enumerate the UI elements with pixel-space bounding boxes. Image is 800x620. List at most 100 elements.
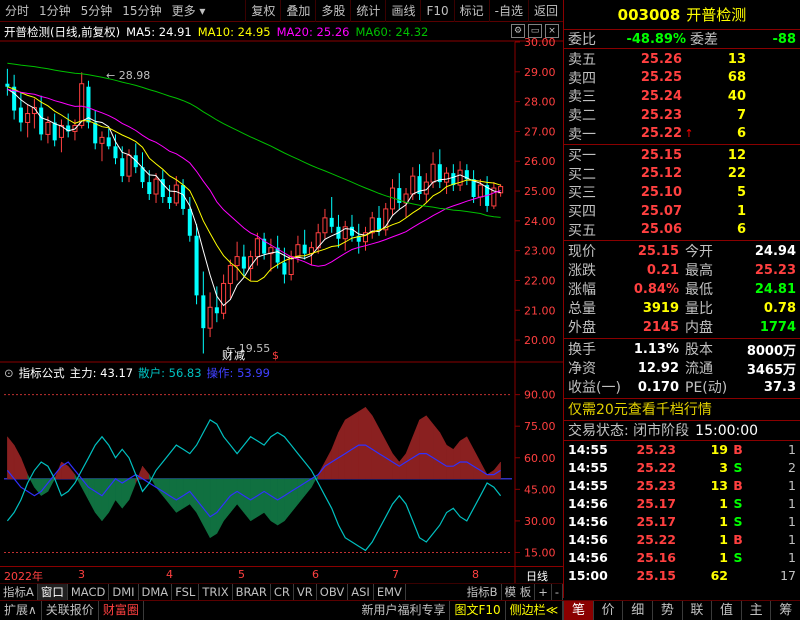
quote-label: 量比 [685,301,713,318]
bid-row[interactable]: 买二 25.12 22 [564,165,800,184]
restore-icon[interactable]: ▭ [528,24,542,38]
candle-body [147,182,152,195]
weicha-label: 委差 [690,32,718,48]
indicator-tab[interactable]: 窗口 [37,583,68,601]
candle-body [39,107,44,135]
detail-tab[interactable]: 势 [652,601,682,620]
candle [194,223,199,305]
collapse-icon[interactable]: ⊙ [4,366,14,380]
detail-tab[interactable]: 细 [622,601,652,620]
bid-row[interactable]: 买一 25.15 12 [564,146,800,165]
expand-button[interactable]: 扩展∧ [0,601,42,620]
quote-value: 0.78 [763,300,796,316]
indicator-area-segment [67,465,76,480]
indicator-title[interactable]: 指标公式 [19,365,65,381]
bid-row[interactable]: 买三 25.10 5 [564,183,800,202]
indicator-tab[interactable]: 指标B [464,583,502,601]
indicator-tab[interactable]: MACD [68,583,110,601]
sidebar-toggle-button[interactable]: 侧边栏≪ [506,601,564,620]
candle-body [227,265,233,284]
candle-body [302,244,307,254]
bid-label: 买二 [568,166,596,183]
quote-label: PE(动) [685,380,728,397]
candle-body [430,163,436,183]
indicator-tab[interactable]: CR [271,583,294,601]
bid-row[interactable]: 买五 25.06 6 [564,220,800,239]
ask-price: 25.22 [640,126,682,142]
price-tick-label: 25.00 [524,185,556,198]
tick-direction: S [733,514,743,530]
indicator-tab[interactable]: BRAR [233,583,271,601]
indicator-tab[interactable]: DMA [139,583,173,601]
indicator-area-segment [365,406,373,480]
indicator-tab[interactable]: 指标A [0,583,38,601]
tick-count: 17 [780,568,796,584]
ask-row[interactable]: 卖一 25.22 ↑ 6 [564,124,800,143]
quote-summary: 现价 25.15 今开 24.94 涨跌 0.21 最高 25.23 涨幅 0.84% 最低 24.8… [564,241,800,339]
indicator-area-segment [290,478,299,514]
indicator-tick-label: 30.00 [524,515,556,528]
detail-tab[interactable]: 筹 [770,601,800,620]
detail-tab[interactable]: 笔 [563,601,593,620]
indicator-tab[interactable]: ASI [348,583,374,601]
period-label[interactable]: 日线 [526,568,548,584]
detail-tab[interactable]: 值 [711,601,741,620]
webi-label: 委比 [568,32,596,48]
indicator-tab[interactable]: TRIX [199,583,233,601]
candles [5,68,504,354]
tick-price: 25.16 [636,550,676,566]
level2-promo-link[interactable]: 仅需20元查看千档行情 [564,399,800,421]
indicator-tab[interactable]: VR [294,583,317,601]
indicator-tab[interactable]: EMV [374,583,406,601]
price-tick-label: 24.00 [524,215,556,228]
indicator-tick-label: 45.00 [524,483,556,496]
indicator-area-segment [439,432,447,480]
candle-body [25,113,31,123]
quote-value: 37.3 [763,379,796,395]
price-tick-label: 20.00 [524,334,556,347]
dividend-event-tag[interactable]: $ [272,349,279,362]
tick-volume: 19 [710,442,728,458]
detail-tab[interactable]: 价 [592,601,623,620]
quote-row: 涨幅 0.84% 最低 24.81 [564,280,800,299]
kline-chart[interactable]: 30.00 29.00 28.00 27.00 26.00 25.00 24.00 23.00… [0,0,563,583]
indicator-tab[interactable]: DMI [109,583,139,601]
candle-body [234,256,240,267]
tick-time: 14:55 [568,460,608,476]
quote-label: 最低 [685,282,713,299]
new-user-promo-button[interactable]: 新用户福利专享 [357,601,451,620]
indicator-area-segment [371,415,380,480]
finance-event-tag[interactable]: 财 [222,348,233,362]
bid-label: 买三 [568,185,596,202]
settings-icon[interactable]: ⚙ [511,24,525,38]
indicator-tab[interactable]: - [552,583,563,601]
tick-time: 14:56 [568,496,608,512]
indicator-tab[interactable]: + [535,583,552,601]
detail-tab[interactable]: 主 [740,601,771,620]
indicator-tab[interactable]: FSL [172,583,200,601]
indicator-tab[interactable]: 模 板 [502,583,536,601]
tick-list[interactable]: 14:55 25.23 19 B 1 14:55 25.22 3 S 2 14:55 25.23 13 B… [564,441,800,585]
candle-body [86,86,91,123]
tick-direction: B [733,442,743,458]
quote-value: 0.170 [637,379,679,395]
f10-text-button[interactable]: 图文F10 [450,601,506,620]
related-quote-button[interactable]: 关联报价 [42,601,99,620]
reduce-event-tag[interactable]: 减 [234,349,245,362]
tick-time: 15:00 [568,568,608,584]
ask-row[interactable]: 卖二 25.23 7 [564,106,800,125]
bid-row[interactable]: 买四 25.07 1 [564,202,800,221]
candle [491,182,497,209]
wealth-circle-button[interactable]: 财富圈 [99,601,144,620]
detail-tab[interactable]: 联 [681,601,712,620]
ask-row[interactable]: 卖五 25.26 13 [564,50,800,69]
bid-label: 买五 [568,222,596,239]
ask-row[interactable]: 卖四 25.25 68 [564,69,800,88]
fundamental-row: 换手 1.13% 股本 8000万 [564,340,800,359]
close-icon[interactable]: × [545,24,559,38]
ask-row[interactable]: 卖三 25.24 40 [564,87,800,106]
quote-value: 25.23 [754,262,796,278]
indicator-tab[interactable]: OBV [317,583,349,601]
candle [444,167,450,195]
candle [12,74,17,120]
